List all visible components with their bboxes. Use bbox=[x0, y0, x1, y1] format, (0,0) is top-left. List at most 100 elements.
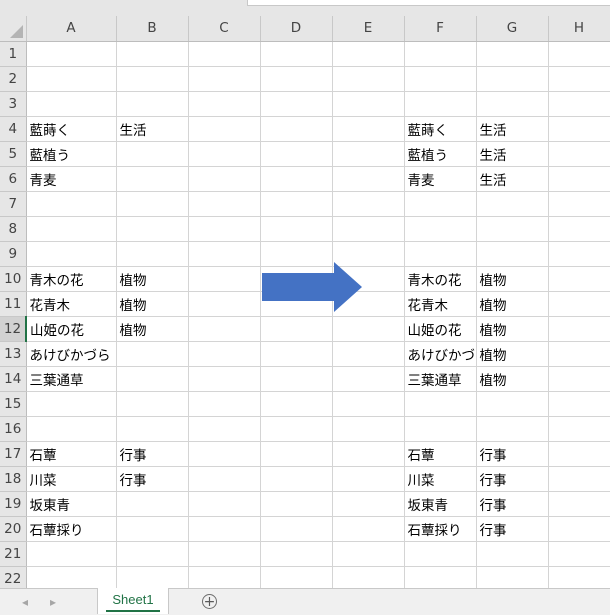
cell-b4[interactable]: 生活 bbox=[116, 116, 189, 142]
triangle-right-icon[interactable]: ▸ bbox=[50, 595, 56, 609]
cell-a5[interactable]: 藍植う bbox=[26, 141, 117, 167]
cell-f3[interactable] bbox=[404, 91, 477, 117]
cell-g14[interactable]: 植物 bbox=[476, 366, 549, 392]
cell-h4[interactable] bbox=[548, 116, 610, 142]
column-header-e[interactable]: E bbox=[332, 16, 405, 42]
row-header-3[interactable]: 3 bbox=[0, 91, 27, 117]
cell-e21[interactable] bbox=[332, 541, 405, 567]
cell-b18[interactable]: 行事 bbox=[116, 466, 189, 492]
cell-h7[interactable] bbox=[548, 191, 610, 217]
cell-h1[interactable] bbox=[548, 41, 610, 67]
cell-e14[interactable] bbox=[332, 366, 405, 392]
cell-g2[interactable] bbox=[476, 66, 549, 92]
cell-g15[interactable] bbox=[476, 391, 549, 417]
cell-e17[interactable] bbox=[332, 441, 405, 467]
cell-h17[interactable] bbox=[548, 441, 610, 467]
cell-f19[interactable]: 坂東青 bbox=[404, 491, 477, 517]
row-header-1[interactable]: 1 bbox=[0, 41, 27, 67]
plus-circle-icon[interactable]: + bbox=[202, 594, 217, 609]
cell-h20[interactable] bbox=[548, 516, 610, 542]
cell-d8[interactable] bbox=[260, 216, 333, 242]
cell-h12[interactable] bbox=[548, 316, 610, 342]
cell-a8[interactable] bbox=[26, 216, 117, 242]
cell-c8[interactable] bbox=[188, 216, 261, 242]
row-header-19[interactable]: 19 bbox=[0, 491, 27, 517]
column-header-h[interactable]: H bbox=[548, 16, 610, 42]
cell-c21[interactable] bbox=[188, 541, 261, 567]
cell-a20[interactable]: 石蕈採り bbox=[26, 516, 117, 542]
row-header-4[interactable]: 4 bbox=[0, 116, 27, 142]
cell-h6[interactable] bbox=[548, 166, 610, 192]
cell-f4[interactable]: 藍蒔く bbox=[404, 116, 477, 142]
cell-g16[interactable] bbox=[476, 416, 549, 442]
cell-f10[interactable]: 青木の花 bbox=[404, 266, 477, 292]
cell-c13[interactable] bbox=[188, 341, 261, 367]
row-header-5[interactable]: 5 bbox=[0, 141, 27, 167]
cell-e3[interactable] bbox=[332, 91, 405, 117]
cell-h11[interactable] bbox=[548, 291, 610, 317]
cell-g6[interactable]: 生活 bbox=[476, 166, 549, 192]
cell-b19[interactable] bbox=[116, 491, 189, 517]
cell-g20[interactable]: 行事 bbox=[476, 516, 549, 542]
cell-e13[interactable] bbox=[332, 341, 405, 367]
cell-e15[interactable] bbox=[332, 391, 405, 417]
cell-e18[interactable] bbox=[332, 466, 405, 492]
row-header-13[interactable]: 13 bbox=[0, 341, 27, 367]
row-header-14[interactable]: 14 bbox=[0, 366, 27, 392]
right-arrow-shape[interactable] bbox=[262, 262, 362, 312]
cell-e16[interactable] bbox=[332, 416, 405, 442]
cell-e12[interactable] bbox=[332, 316, 405, 342]
cell-b7[interactable] bbox=[116, 191, 189, 217]
cell-g21[interactable] bbox=[476, 541, 549, 567]
cell-f11[interactable]: 花青木 bbox=[404, 291, 477, 317]
cell-e19[interactable] bbox=[332, 491, 405, 517]
cell-g11[interactable]: 植物 bbox=[476, 291, 549, 317]
cell-d4[interactable] bbox=[260, 116, 333, 142]
cell-b16[interactable] bbox=[116, 416, 189, 442]
cell-h10[interactable] bbox=[548, 266, 610, 292]
cell-h14[interactable] bbox=[548, 366, 610, 392]
cell-h2[interactable] bbox=[548, 66, 610, 92]
cell-c20[interactable] bbox=[188, 516, 261, 542]
cell-f7[interactable] bbox=[404, 191, 477, 217]
row-header-15[interactable]: 15 bbox=[0, 391, 27, 417]
cell-f6[interactable]: 青麦 bbox=[404, 166, 477, 192]
cell-a21[interactable] bbox=[26, 541, 117, 567]
cell-e2[interactable] bbox=[332, 66, 405, 92]
cell-d7[interactable] bbox=[260, 191, 333, 217]
cell-c11[interactable] bbox=[188, 291, 261, 317]
cell-e5[interactable] bbox=[332, 141, 405, 167]
cell-g5[interactable]: 生活 bbox=[476, 141, 549, 167]
cell-f5[interactable]: 藍植う bbox=[404, 141, 477, 167]
cell-f8[interactable] bbox=[404, 216, 477, 242]
cell-b9[interactable] bbox=[116, 241, 189, 267]
cell-b5[interactable] bbox=[116, 141, 189, 167]
cell-a2[interactable] bbox=[26, 66, 117, 92]
column-header-d[interactable]: D bbox=[260, 16, 333, 42]
cell-h15[interactable] bbox=[548, 391, 610, 417]
cell-a4[interactable]: 藍蒔く bbox=[26, 116, 117, 142]
row-header-2[interactable]: 2 bbox=[0, 66, 27, 92]
cell-b11[interactable]: 植物 bbox=[116, 291, 189, 317]
row-header-11[interactable]: 11 bbox=[0, 291, 27, 317]
cell-g3[interactable] bbox=[476, 91, 549, 117]
cell-e1[interactable] bbox=[332, 41, 405, 67]
cell-e8[interactable] bbox=[332, 216, 405, 242]
cell-a18[interactable]: 川菜 bbox=[26, 466, 117, 492]
cell-f16[interactable] bbox=[404, 416, 477, 442]
row-header-17[interactable]: 17 bbox=[0, 441, 27, 467]
cell-h16[interactable] bbox=[548, 416, 610, 442]
cell-d13[interactable] bbox=[260, 341, 333, 367]
cell-b2[interactable] bbox=[116, 66, 189, 92]
cell-a6[interactable]: 青麦 bbox=[26, 166, 117, 192]
row-header-21[interactable]: 21 bbox=[0, 541, 27, 567]
cell-e4[interactable] bbox=[332, 116, 405, 142]
cell-d21[interactable] bbox=[260, 541, 333, 567]
cell-f12[interactable]: 山姫の花 bbox=[404, 316, 477, 342]
cell-f14[interactable]: 三葉通草 bbox=[404, 366, 477, 392]
column-header-a[interactable]: A bbox=[26, 16, 117, 42]
cell-c7[interactable] bbox=[188, 191, 261, 217]
cell-d15[interactable] bbox=[260, 391, 333, 417]
cell-b15[interactable] bbox=[116, 391, 189, 417]
cell-c15[interactable] bbox=[188, 391, 261, 417]
